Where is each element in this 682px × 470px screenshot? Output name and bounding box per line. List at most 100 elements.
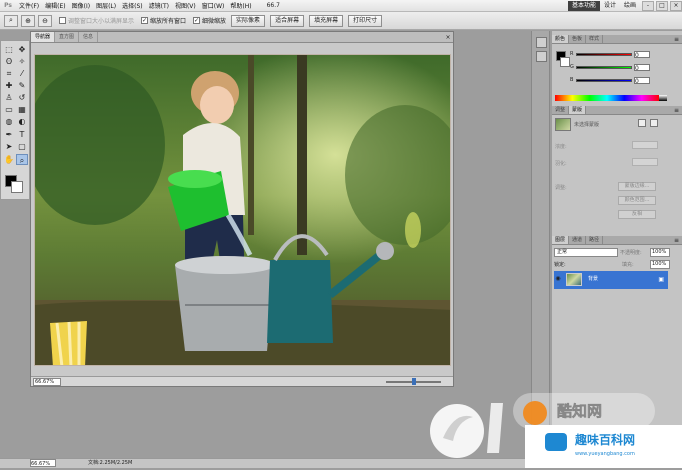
- tab-masks[interactable]: 蒙版: [569, 106, 587, 114]
- color-range-button[interactable]: 颜色范围...: [618, 196, 656, 205]
- zoom-out-icon[interactable]: ⊖: [38, 14, 52, 27]
- menu-edit[interactable]: 编辑(E): [42, 1, 68, 10]
- channel-b-slider[interactable]: [576, 79, 632, 82]
- menu-filter[interactable]: 滤镜(T): [146, 1, 172, 10]
- checkbox-box[interactable]: ✓: [193, 17, 201, 24]
- gradient-tool-icon[interactable]: ▦: [16, 104, 28, 115]
- pen-tool-icon[interactable]: ✒: [3, 129, 15, 140]
- photo-scene: [35, 55, 450, 365]
- tab-layers[interactable]: 图层: [552, 236, 570, 244]
- channel-r-slider[interactable]: [576, 53, 632, 56]
- actual-pixels-button[interactable]: 实际像素: [231, 14, 266, 27]
- resize-windows-checkbox[interactable]: 调整窗口大小以满屏显示: [59, 16, 134, 25]
- mask-thumbnail: [555, 118, 571, 131]
- workspace-painting[interactable]: 绘画: [620, 1, 640, 11]
- menu-help[interactable]: 帮助(H): [227, 1, 254, 10]
- workspace-essentials[interactable]: 基本功能: [567, 0, 600, 11]
- magic-wand-icon[interactable]: ✧: [16, 56, 28, 67]
- clone-stamp-icon[interactable]: ♙: [3, 92, 15, 103]
- lasso-tool-icon[interactable]: ʘ: [3, 56, 15, 67]
- brush-tool-icon[interactable]: ✎: [16, 80, 28, 91]
- panel-menu-icon[interactable]: ≡: [674, 35, 682, 43]
- channel-g-value[interactable]: 0: [634, 64, 650, 72]
- path-select-icon[interactable]: ➤: [3, 141, 15, 152]
- marquee-tool-icon[interactable]: ⬚: [3, 44, 15, 55]
- background-color-swatch[interactable]: [11, 181, 23, 193]
- color-spectrum-bw[interactable]: [659, 95, 667, 101]
- invert-button[interactable]: 反相: [618, 210, 656, 219]
- eyedropper-icon[interactable]: ⁄: [16, 68, 28, 79]
- channel-g-slider[interactable]: [576, 66, 632, 69]
- vector-mask-icon[interactable]: [650, 119, 658, 127]
- menu-layer[interactable]: 图层(L): [93, 1, 119, 10]
- checkbox-box[interactable]: [59, 17, 66, 24]
- tab-histogram[interactable]: 直方图: [55, 32, 80, 42]
- fit-screen-button[interactable]: 适合屏幕: [270, 14, 305, 27]
- channel-r-value[interactable]: 0: [634, 51, 650, 59]
- panel-toggle-icon[interactable]: [536, 37, 547, 48]
- eraser-tool-icon[interactable]: ▭: [3, 104, 15, 115]
- tab-color[interactable]: 颜色: [552, 35, 570, 43]
- menu-file[interactable]: 文件(F): [16, 1, 42, 10]
- image-canvas[interactable]: [34, 54, 451, 366]
- hand-tool-icon[interactable]: ✋: [3, 154, 15, 165]
- checkbox-box[interactable]: ✓: [141, 17, 149, 24]
- maximize-button[interactable]: □: [656, 0, 668, 11]
- opacity-field[interactable]: 100%: [650, 248, 670, 257]
- status-zoom-field[interactable]: 66.67%: [30, 459, 56, 467]
- tab-adjustments[interactable]: 调整: [552, 106, 570, 114]
- tab-info[interactable]: 信息: [79, 32, 99, 42]
- options-bar: ⌕ ⊕ ⊖ 调整窗口大小以满屏显示 ✓ 缩放所有窗口 ✓ 细微缩放 实际像素 适…: [0, 12, 682, 30]
- layer-name: 背景: [588, 276, 599, 282]
- zoom-tool-icon[interactable]: ⌕: [4, 14, 18, 27]
- crop-tool-icon[interactable]: ⌗: [3, 68, 15, 79]
- tab-channels[interactable]: 通道: [569, 236, 587, 244]
- color-spectrum[interactable]: [555, 95, 659, 101]
- print-size-button[interactable]: 打印尺寸: [348, 14, 383, 27]
- dodge-tool-icon[interactable]: ◐: [16, 116, 28, 127]
- menu-select[interactable]: 选择(S): [119, 1, 146, 10]
- history-brush-icon[interactable]: ↺: [16, 92, 28, 103]
- type-tool-icon[interactable]: T: [16, 129, 28, 140]
- pixel-mask-icon[interactable]: [638, 119, 646, 127]
- menu-window[interactable]: 窗口(W): [199, 1, 228, 10]
- panel-close-icon[interactable]: ×: [443, 32, 453, 42]
- menu-image[interactable]: 图像(I): [69, 1, 93, 10]
- fill-screen-button[interactable]: 填充屏幕: [309, 14, 344, 27]
- app-logo: Ps: [4, 2, 12, 9]
- close-button[interactable]: ×: [670, 0, 682, 11]
- panel-menu-icon[interactable]: ≡: [674, 236, 682, 244]
- eye-icon[interactable]: ◉: [553, 275, 563, 282]
- panel-menu-icon[interactable]: ≡: [674, 106, 682, 114]
- blend-mode-select[interactable]: 正常: [554, 248, 618, 257]
- channel-b-value[interactable]: 0: [634, 77, 650, 85]
- blur-tool-icon[interactable]: ◍: [3, 116, 15, 127]
- zoom-tool-icon[interactable]: ⌕: [16, 154, 28, 165]
- document-status: 66.67%: [31, 376, 453, 386]
- shape-tool-icon[interactable]: ▢: [16, 141, 28, 152]
- scrubby-zoom-checkbox[interactable]: ✓ 细微缩放: [193, 16, 226, 25]
- color-panel-tabs: 颜色 色板 样式 ≡: [552, 35, 682, 44]
- zoom-percent-field[interactable]: 66.67%: [33, 378, 61, 386]
- panel-toggle-icon[interactable]: [536, 51, 547, 62]
- move-tool-icon[interactable]: ✥: [16, 44, 28, 55]
- lock-label: 锁定:: [554, 262, 566, 268]
- feather-field[interactable]: [632, 158, 658, 166]
- color-bg-swatch[interactable]: [560, 57, 570, 67]
- healing-brush-icon[interactable]: ✚: [3, 80, 15, 91]
- fill-field[interactable]: 100%: [650, 260, 670, 269]
- tab-paths[interactable]: 路径: [586, 236, 604, 244]
- zoom-all-windows-checkbox[interactable]: ✓ 缩放所有窗口: [141, 16, 186, 25]
- zoom-slider-knob[interactable]: [411, 378, 416, 385]
- zoom-in-icon[interactable]: ⊕: [21, 14, 35, 27]
- workspace-design[interactable]: 设计: [600, 1, 620, 11]
- layer-row-background[interactable]: ◉ 背景 ▣: [554, 271, 668, 289]
- tab-styles[interactable]: 样式: [586, 35, 604, 43]
- zoom-level-readout[interactable]: 66.7: [267, 2, 280, 9]
- tab-navigator[interactable]: 导航器: [31, 32, 56, 42]
- density-field[interactable]: [632, 141, 658, 149]
- menu-view[interactable]: 视图(V): [172, 1, 199, 10]
- minimize-button[interactable]: -: [642, 0, 654, 11]
- mask-edge-button[interactable]: 蒙版边缘...: [618, 182, 656, 191]
- tab-swatches[interactable]: 色板: [569, 35, 587, 43]
